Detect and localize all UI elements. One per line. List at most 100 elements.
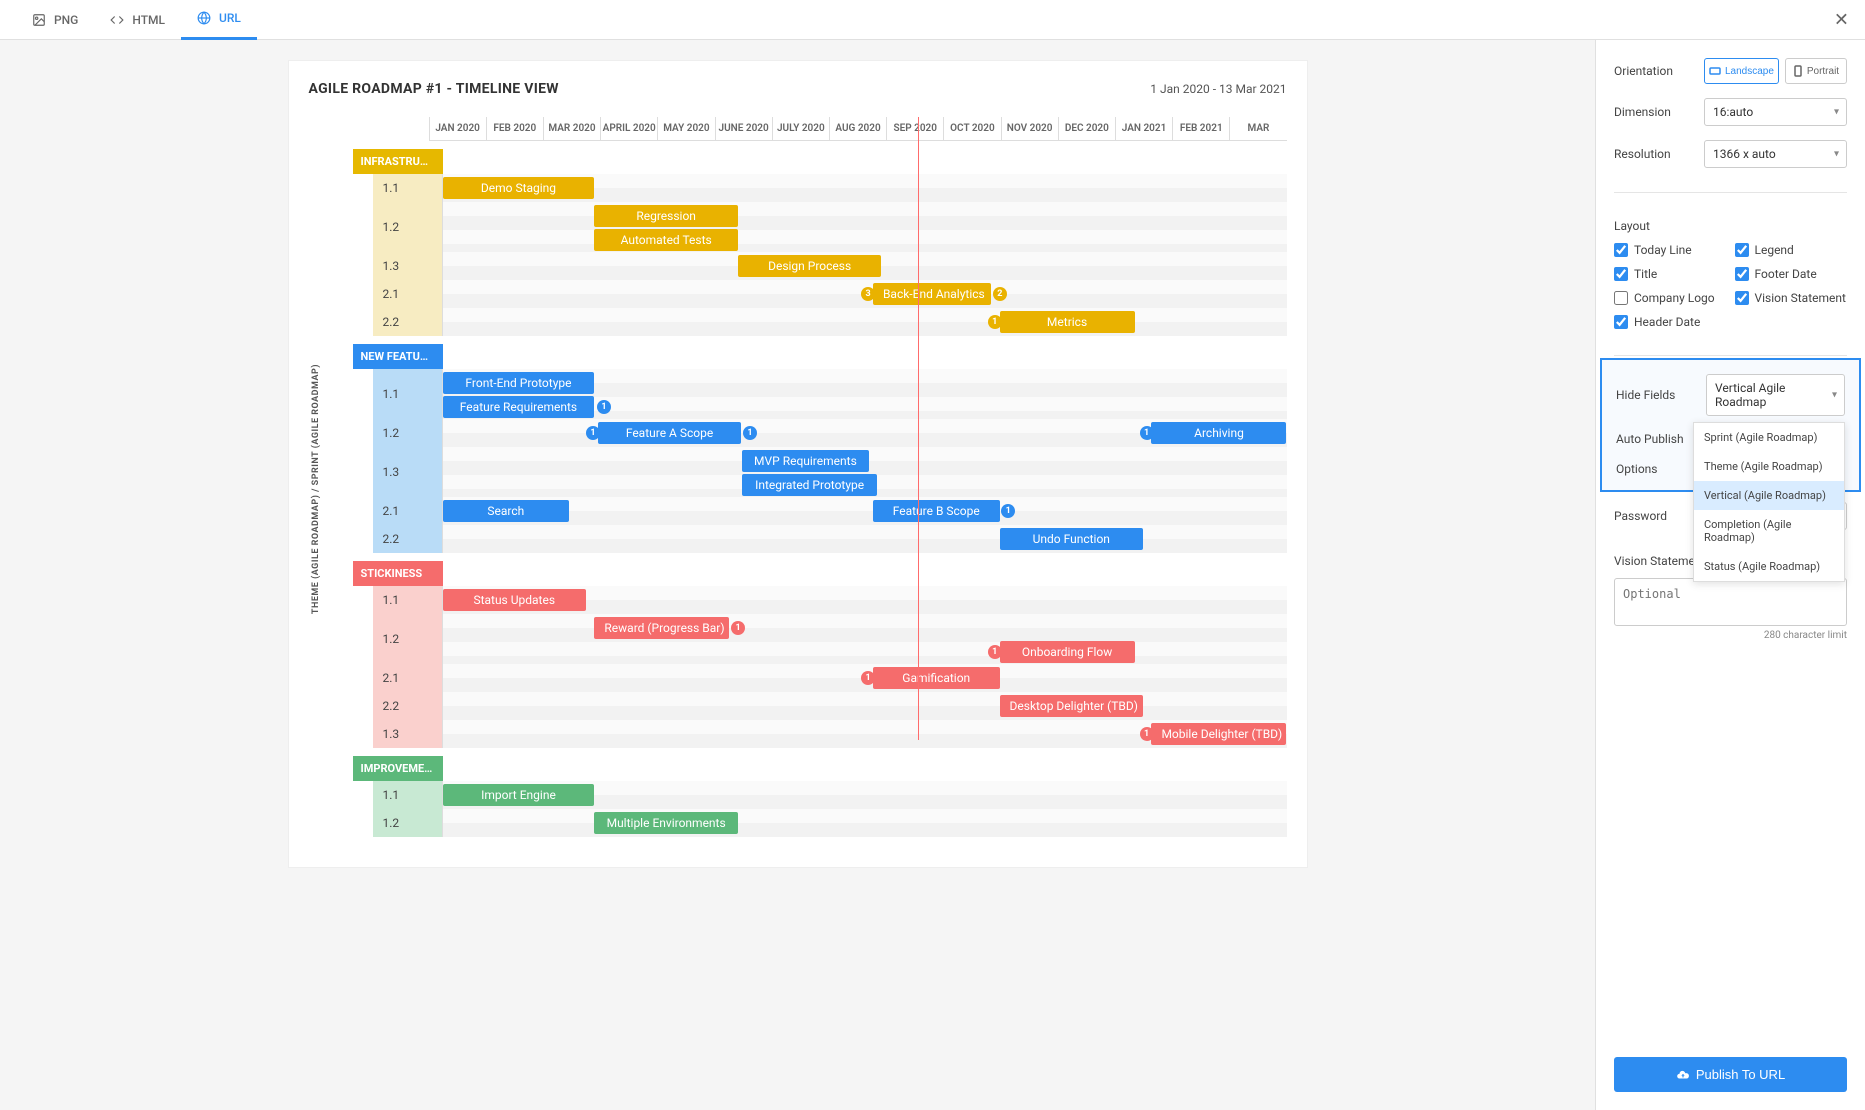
layout-checkbox[interactable]: Legend [1735, 243, 1848, 257]
gantt-bar[interactable]: Undo Function [1000, 528, 1143, 550]
canvas-area: AGILE ROADMAP #1 - TIMELINE VIEW 1 Jan 2… [0, 40, 1595, 1110]
sprint-label: 1.2 [373, 809, 443, 837]
dropdown-option[interactable]: Status (Agile Roadmap) [1694, 552, 1844, 581]
checkbox-input[interactable] [1614, 243, 1628, 257]
checkbox-label: Footer Date [1755, 267, 1817, 281]
gantt-bar[interactable]: Multiple Environments [594, 812, 737, 834]
checkbox-input[interactable] [1735, 267, 1749, 281]
checkbox-input[interactable] [1735, 291, 1749, 305]
layout-checkbox[interactable]: Today Line [1614, 243, 1727, 257]
checkbox-input[interactable] [1735, 243, 1749, 257]
roadmap-date-range: 1 Jan 2020 - 13 Mar 2021 [1150, 82, 1286, 96]
resolution-select[interactable]: 1366 x auto [1704, 140, 1847, 168]
row-track: Metrics1 [443, 308, 1287, 336]
gantt-bar[interactable]: Automated Tests [594, 229, 737, 251]
sprint-label: 1.2 [373, 202, 443, 252]
dropdown-option[interactable]: Sprint (Agile Roadmap) [1694, 423, 1844, 452]
row-track: Design Process [443, 252, 1287, 280]
milestone-dot[interactable]: 1 [586, 426, 600, 440]
roadmap-title: AGILE ROADMAP #1 - TIMELINE VIEW [309, 81, 559, 97]
gantt-bar[interactable]: Design Process [738, 255, 881, 277]
gantt-bar[interactable]: Feature A Scope [598, 422, 741, 444]
roadmap-row: 1.3Mobile Delighter (TBD)1 [323, 720, 1287, 748]
sprint-label: 2.2 [373, 692, 443, 720]
dropdown-option[interactable]: Completion (Agile Roadmap) [1694, 510, 1844, 552]
gantt-bar[interactable]: Back-End Analytics [873, 283, 991, 305]
close-icon: ✕ [1834, 9, 1849, 30]
gantt-bar[interactable]: Feature B Scope [873, 500, 1000, 522]
layout-checkbox[interactable]: Footer Date [1735, 267, 1848, 281]
milestone-dot[interactable]: 1 [988, 315, 1002, 329]
timeline-month: JAN 2021 [1115, 117, 1172, 140]
milestone-dot[interactable]: 1 [597, 400, 611, 414]
gantt-bar[interactable]: Metrics [1000, 311, 1135, 333]
layout-checkbox[interactable]: Vision Statement [1735, 291, 1848, 305]
tab-png[interactable]: PNG [16, 0, 94, 40]
roadmap-row: 2.2Metrics1 [323, 308, 1287, 336]
timeline-month: MAY 2020 [657, 117, 714, 140]
checkbox-input[interactable] [1614, 315, 1628, 329]
checkbox-label: Today Line [1634, 243, 1692, 257]
cloud-upload-icon [1676, 1068, 1690, 1082]
layout-checkbox[interactable]: Title [1614, 267, 1727, 281]
group-header: NEW FEATURES [353, 344, 443, 369]
gantt-bar[interactable]: Status Updates [443, 589, 586, 611]
checkbox-input[interactable] [1614, 267, 1628, 281]
gantt-bar[interactable]: Regression [594, 205, 737, 227]
row-track: Desktop Delighter (TBD) [443, 692, 1287, 720]
dropdown-option[interactable]: Theme (Agile Roadmap) [1694, 452, 1844, 481]
layout-checkbox[interactable]: Company Logo [1614, 291, 1727, 305]
auto-publish-label: Auto Publish [1616, 432, 1694, 446]
roadmap-row: 2.1Back-End Analytics32 [323, 280, 1287, 308]
timeline-month: FEB 2021 [1172, 117, 1229, 140]
group-header: INFRASTRUCT… [353, 149, 443, 174]
tab-html[interactable]: HTML [94, 0, 181, 40]
gantt-bar[interactable]: Search [443, 500, 570, 522]
tab-url[interactable]: URL [181, 0, 257, 40]
gantt-bar[interactable]: Reward (Progress Bar) [594, 617, 729, 639]
gantt-bar[interactable]: Onboarding Flow [1000, 641, 1135, 663]
hide-fields-select[interactable]: Vertical Agile Roadmap [1706, 374, 1845, 416]
row-track: Front-End PrototypeFeature Requirements1 [443, 369, 1287, 419]
timeline-month: JULY 2020 [772, 117, 829, 140]
portrait-button[interactable]: Portrait [1785, 58, 1847, 84]
gantt-bar[interactable]: Import Engine [443, 784, 595, 806]
milestone-dot[interactable]: 1 [743, 426, 757, 440]
checkbox-label: Company Logo [1634, 291, 1715, 305]
milestone-dot[interactable]: 2 [993, 287, 1007, 301]
milestone-dot[interactable]: 1 [1001, 504, 1015, 518]
checkbox-label: Vision Statement [1755, 291, 1846, 305]
gantt-bar[interactable]: Mobile Delighter (TBD) [1151, 723, 1286, 745]
layout-checkbox[interactable]: Header Date [1614, 315, 1727, 329]
row-track: Reward (Progress Bar)Onboarding Flow11 [443, 614, 1287, 664]
gantt-bar[interactable]: Front-End Prototype [443, 372, 595, 394]
hide-fields-label: Hide Fields [1616, 388, 1694, 402]
checkbox-input[interactable] [1614, 291, 1628, 305]
vision-textarea[interactable] [1614, 578, 1847, 626]
gantt-bar[interactable]: Integrated Prototype [742, 474, 877, 496]
milestone-dot[interactable]: 1 [731, 621, 745, 635]
sprint-label: 2.1 [373, 497, 443, 525]
toolbar: PNG HTML URL ✕ [0, 0, 1865, 40]
group-header: STICKINESS [353, 561, 443, 586]
close-button[interactable]: ✕ [1834, 9, 1849, 30]
publish-button[interactable]: Publish To URL [1614, 1057, 1847, 1092]
char-limit-text: 280 character limit [1614, 630, 1847, 641]
row-track: Multiple Environments [443, 809, 1287, 837]
landscape-button[interactable]: Landscape [1704, 58, 1779, 84]
gantt-bar[interactable]: Demo Staging [443, 177, 595, 199]
milestone-dot[interactable]: 3 [861, 287, 875, 301]
hide-fields-highlight: Hide Fields Vertical Agile Roadmap Sprin… [1600, 358, 1861, 492]
milestone-dot[interactable]: 1 [1140, 727, 1154, 741]
dimension-select[interactable]: 16:auto [1704, 98, 1847, 126]
gantt-bar[interactable]: Desktop Delighter (TBD) [1000, 695, 1143, 717]
milestone-dot[interactable]: 1 [861, 671, 875, 685]
milestone-dot[interactable]: 1 [1140, 426, 1154, 440]
gantt-bar[interactable]: Gamification [873, 667, 1000, 689]
milestone-dot[interactable]: 1 [988, 645, 1002, 659]
gantt-bar[interactable]: Feature Requirements [443, 396, 595, 418]
gantt-bar[interactable]: MVP Requirements [742, 450, 869, 472]
tab-label: HTML [132, 13, 165, 27]
gantt-bar[interactable]: Archiving [1151, 422, 1286, 444]
dropdown-option[interactable]: Vertical (Agile Roadmap) [1694, 481, 1844, 510]
